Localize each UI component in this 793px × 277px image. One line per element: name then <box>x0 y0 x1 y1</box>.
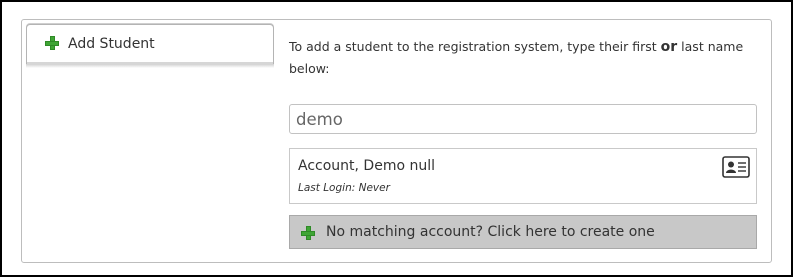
add-student-panel: Add Student To add a student to the regi… <box>21 19 772 263</box>
plus-icon <box>45 35 59 50</box>
plus-icon <box>301 226 315 240</box>
result-last-login: Last Login: Never <box>298 182 390 194</box>
instructions-emphasis: or <box>660 39 678 55</box>
create-account-button[interactable]: No matching account? Click here to creat… <box>289 215 757 249</box>
dialog-frame: Add Student To add a student to the regi… <box>0 0 793 277</box>
tab-label: Add Student <box>68 35 155 52</box>
instructions-text: To add a student to the registration sys… <box>289 36 759 79</box>
id-card-icon[interactable] <box>722 156 750 178</box>
student-search-input[interactable] <box>289 104 757 134</box>
instructions-part-1: To add a student to the registration sys… <box>289 39 661 54</box>
create-account-label: No matching account? Click here to creat… <box>326 224 655 240</box>
tab-add-student[interactable]: Add Student <box>26 24 274 68</box>
result-account-name: Account, Demo null <box>298 158 435 174</box>
search-result-item[interactable]: Account, Demo null Last Login: Never <box>289 148 757 204</box>
